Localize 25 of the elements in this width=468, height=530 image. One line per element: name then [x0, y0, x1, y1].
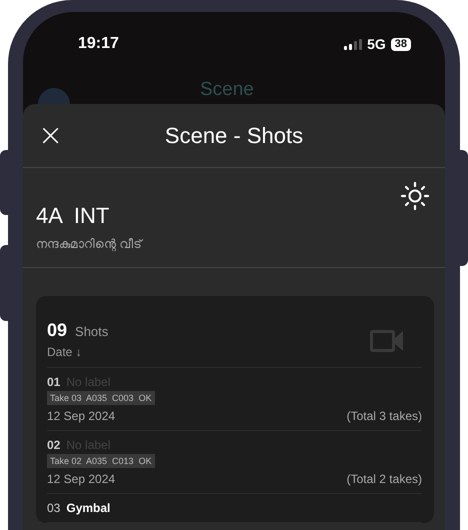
- shot-number: 03: [47, 501, 60, 515]
- shot-row[interactable]: 03 Gymbal: [47, 494, 422, 523]
- take-total: (Total 2 takes): [346, 472, 422, 486]
- take-total: (Total 3 takes): [346, 409, 422, 423]
- sun-icon[interactable]: [400, 181, 430, 211]
- take-tag: Take 03 A035 C003 OK: [47, 391, 155, 405]
- shot-label: Gymbal: [66, 501, 110, 515]
- shot-date: 12 Sep 2024: [47, 409, 116, 423]
- take-tag: Take 02 A035 C013 OK: [47, 454, 155, 468]
- scene-location: നന്ദകുമാറിന്റെ വീട്: [36, 237, 142, 251]
- status-time: 19:17: [78, 35, 119, 53]
- sheet-title: Scene - Shots: [164, 122, 304, 148]
- sort-button[interactable]: Date ↓: [47, 345, 82, 359]
- close-button[interactable]: ×: [38, 120, 64, 150]
- network-label: 5G: [367, 36, 386, 52]
- screen-title: Scene: [200, 79, 254, 101]
- scene-name: 4A INT: [36, 203, 110, 229]
- shot-date: 12 Sep 2024: [47, 472, 116, 486]
- video-camera-icon[interactable]: [370, 330, 404, 352]
- battery-level: 38: [390, 38, 411, 50]
- shot-number: 02: [47, 438, 60, 452]
- shot-number: 01: [47, 375, 60, 389]
- signal-icon: [344, 38, 362, 50]
- shots-label: Shots: [75, 324, 108, 339]
- shot-count: 09: [47, 320, 68, 341]
